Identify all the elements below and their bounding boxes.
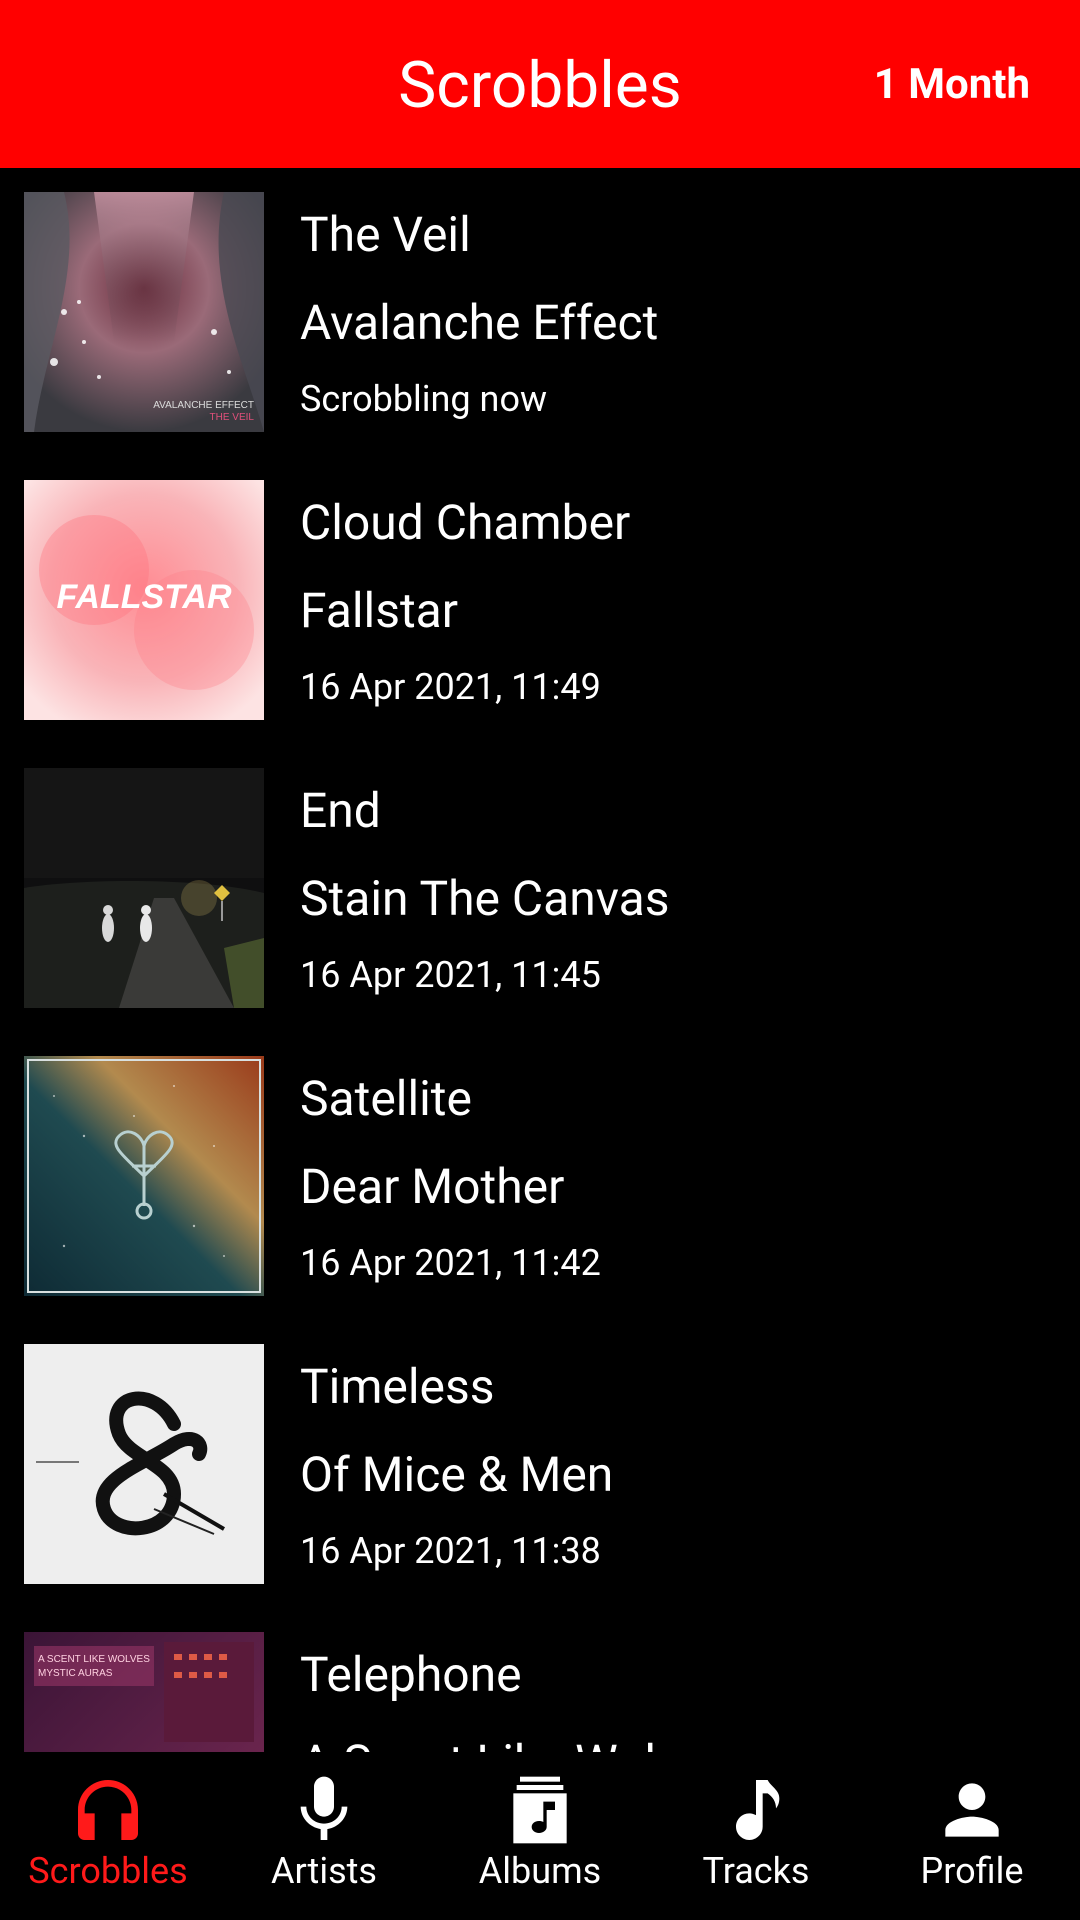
nav-label: Artists xyxy=(270,1850,378,1892)
nav-albums[interactable]: Albums xyxy=(432,1752,648,1920)
nav-label: Profile xyxy=(920,1850,1024,1892)
list-item[interactable]: AVALANCHE EFFECT THE VEIL The Veil Avala… xyxy=(0,168,1080,456)
cover-text: FALLSTAR xyxy=(56,578,231,616)
nav-label: Albums xyxy=(478,1850,602,1892)
nav-artists[interactable]: Artists xyxy=(216,1752,432,1920)
cover-text: AVALANCHE EFFECT xyxy=(153,400,254,411)
album-cover: A SCENT LIKE WOLVES MYSTIC AURAS xyxy=(24,1632,264,1752)
track-name: The Veil xyxy=(300,206,471,263)
microphone-icon xyxy=(284,1770,364,1850)
track-name: Timeless xyxy=(300,1358,495,1415)
scrobble-time: 16 Apr 2021, 11:49 xyxy=(300,666,601,708)
artist-name: Of Mice & Men xyxy=(300,1446,614,1503)
nav-scrobbles[interactable]: Scrobbles xyxy=(0,1752,216,1920)
track-name: Cloud Chamber xyxy=(300,494,631,551)
album-cover xyxy=(24,1344,264,1584)
scrobble-list[interactable]: AVALANCHE EFFECT THE VEIL The Veil Avala… xyxy=(0,168,1080,1752)
nav-profile[interactable]: Profile xyxy=(864,1752,1080,1920)
scrobble-time: 16 Apr 2021, 11:42 xyxy=(300,1242,601,1284)
nav-label: Scrobbles xyxy=(28,1850,188,1892)
artist-name: Dear Mother xyxy=(300,1158,565,1215)
scrobble-time: 16 Apr 2021, 11:38 xyxy=(300,1530,601,1572)
nav-label: Tracks xyxy=(702,1850,810,1892)
list-item[interactable]: End Stain The Canvas 16 Apr 2021, 11:45 xyxy=(0,744,1080,1032)
artist-name: Stain The Canvas xyxy=(300,870,670,927)
scrobble-time: 16 Apr 2021, 11:45 xyxy=(300,954,601,996)
cover-text: A SCENT LIKE WOLVES xyxy=(38,1654,150,1665)
artist-name: Avalanche Effect xyxy=(300,294,659,351)
person-icon xyxy=(932,1770,1012,1850)
list-item[interactable]: Satellite Dear Mother 16 Apr 2021, 11:42 xyxy=(0,1032,1080,1320)
album-cover: FALLSTAR xyxy=(24,480,264,720)
list-item[interactable]: A SCENT LIKE WOLVES MYSTIC AURAS Telepho… xyxy=(0,1608,1080,1752)
headphones-icon xyxy=(68,1770,148,1850)
artist-name: A Scent Like Wolves xyxy=(300,1734,729,1752)
app-header: Scrobbles 1 Month xyxy=(0,0,1080,168)
app-screen: Scrobbles 1 Month AVALANCHE EFFECT THE V… xyxy=(0,0,1080,1920)
track-name: Telephone xyxy=(300,1646,522,1703)
music-note-icon xyxy=(716,1770,796,1850)
cover-subtext: THE VEIL xyxy=(210,412,255,423)
track-name: End xyxy=(300,782,381,839)
list-item[interactable]: FALLSTAR Cloud Chamber Fallstar 16 Apr 2… xyxy=(0,456,1080,744)
list-item[interactable]: Timeless Of Mice & Men 16 Apr 2021, 11:3… xyxy=(0,1320,1080,1608)
track-name: Satellite xyxy=(300,1070,472,1127)
album-cover: AVALANCHE EFFECT THE VEIL xyxy=(24,192,264,432)
cover-subtext: MYSTIC AURAS xyxy=(38,1668,113,1679)
album-cover xyxy=(24,1056,264,1296)
nav-tracks[interactable]: Tracks xyxy=(648,1752,864,1920)
artist-name: Fallstar xyxy=(300,582,459,639)
album-cover xyxy=(24,768,264,1008)
album-icon xyxy=(500,1770,580,1850)
bottom-navigation: Scrobbles Artists Albums Tracks Profile xyxy=(0,1752,1080,1920)
period-selector[interactable]: 1 Month xyxy=(874,58,1030,112)
scrobble-time: Scrobbling now xyxy=(300,378,548,420)
